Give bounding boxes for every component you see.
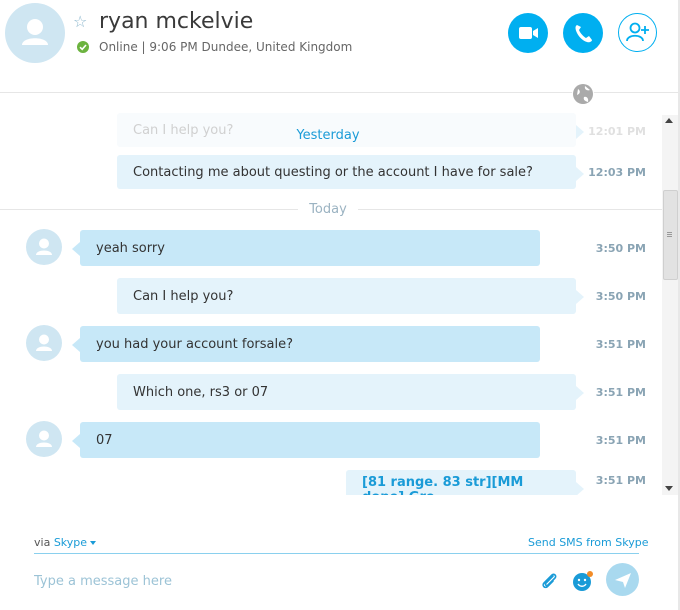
message-text: 07 bbox=[96, 432, 113, 448]
message-bubble: Contacting me about questing or the acco… bbox=[117, 155, 584, 189]
paperclip-icon bbox=[542, 573, 557, 589]
day-separator-yesterday: Yesterday bbox=[296, 128, 360, 143]
message-input[interactable] bbox=[34, 566, 514, 596]
person-icon bbox=[22, 19, 48, 45]
message-text: you had your account forsale? bbox=[96, 336, 294, 352]
scroll-down-arrow-icon[interactable] bbox=[665, 486, 673, 491]
chevron-down-icon[interactable] bbox=[90, 541, 97, 545]
online-status-icon bbox=[77, 41, 89, 53]
person-icon bbox=[36, 334, 52, 351]
phone-icon bbox=[575, 25, 592, 43]
message-time: 3:51 PM bbox=[595, 338, 646, 351]
message-text: Can I help you? bbox=[133, 122, 234, 138]
emoticon-button[interactable] bbox=[571, 569, 595, 593]
scroll-up-arrow-icon[interactable] bbox=[665, 118, 673, 123]
message-time: 12:03 PM bbox=[588, 166, 646, 179]
message-text: Contacting me about questing or the acco… bbox=[133, 164, 533, 180]
via-service-name[interactable]: Skype bbox=[54, 536, 87, 549]
message-bubble: Which one, rs3 or 07 bbox=[117, 374, 584, 410]
send-arrow-icon bbox=[615, 573, 631, 588]
message-text: yeah sorry bbox=[96, 240, 165, 256]
divider bbox=[0, 209, 298, 210]
via-service-selector[interactable]: via Skype bbox=[34, 536, 97, 549]
contact-name: ryan mckelvie bbox=[99, 9, 254, 34]
add-person-icon bbox=[626, 22, 649, 42]
status-detail: Online | 9:06 PM Dundee, United Kingdom bbox=[99, 40, 353, 54]
message-time: 3:51 PM bbox=[595, 386, 646, 399]
person-icon bbox=[36, 430, 52, 447]
contact-avatar-small[interactable] bbox=[26, 325, 62, 361]
smiley-icon bbox=[573, 571, 593, 591]
send-message-button[interactable] bbox=[606, 563, 639, 596]
message-time: 3:50 PM bbox=[595, 290, 646, 303]
contact-avatar-small[interactable] bbox=[26, 421, 62, 457]
message-bubble: you had your account forsale? bbox=[72, 326, 540, 362]
voice-call-button[interactable] bbox=[563, 13, 603, 53]
divider bbox=[358, 209, 662, 210]
message-text: Which one, rs3 or 07 bbox=[133, 384, 269, 400]
chat-scrollbar[interactable] bbox=[662, 115, 678, 495]
globe-icon[interactable] bbox=[572, 83, 594, 105]
favorite-star-icon[interactable]: ☆ bbox=[73, 12, 87, 31]
video-call-button[interactable] bbox=[508, 13, 548, 53]
message-time: 3:51 PM bbox=[595, 474, 646, 487]
input-underline bbox=[34, 553, 639, 554]
chat-history[interactable]: Can I help you? 12:01 PM Yesterday Conta… bbox=[0, 105, 662, 495]
message-bubble: Can I help you? bbox=[117, 278, 584, 314]
message-link-text[interactable]: [81 range. 83 str][MM done] Gre... bbox=[362, 475, 560, 495]
message-time: 3:50 PM bbox=[595, 242, 646, 255]
scrollbar-grip bbox=[667, 232, 672, 233]
scrollbar-thumb[interactable] bbox=[663, 190, 678, 280]
contact-avatar[interactable] bbox=[5, 3, 65, 63]
person-icon bbox=[36, 238, 52, 255]
send-sms-link[interactable]: Send SMS from Skype bbox=[528, 536, 648, 549]
message-bubble: yeah sorry bbox=[72, 230, 540, 266]
day-separator-today: Today bbox=[309, 202, 347, 217]
video-camera-icon bbox=[519, 27, 538, 39]
message-bubble-link[interactable]: [81 range. 83 str][MM done] Gre... bbox=[346, 470, 584, 495]
message-time: 3:51 PM bbox=[595, 434, 646, 447]
message-bubble: 07 bbox=[72, 422, 540, 458]
attach-file-button[interactable] bbox=[538, 570, 560, 592]
via-label: via bbox=[34, 536, 51, 549]
message-text: Can I help you? bbox=[133, 288, 234, 304]
message-time: 12:01 PM bbox=[588, 125, 646, 138]
add-people-button[interactable] bbox=[618, 13, 657, 52]
conversation-header: ☆ ryan mckelvie Online | 9:06 PM Dundee,… bbox=[0, 0, 680, 93]
contact-avatar-small[interactable] bbox=[26, 229, 62, 265]
